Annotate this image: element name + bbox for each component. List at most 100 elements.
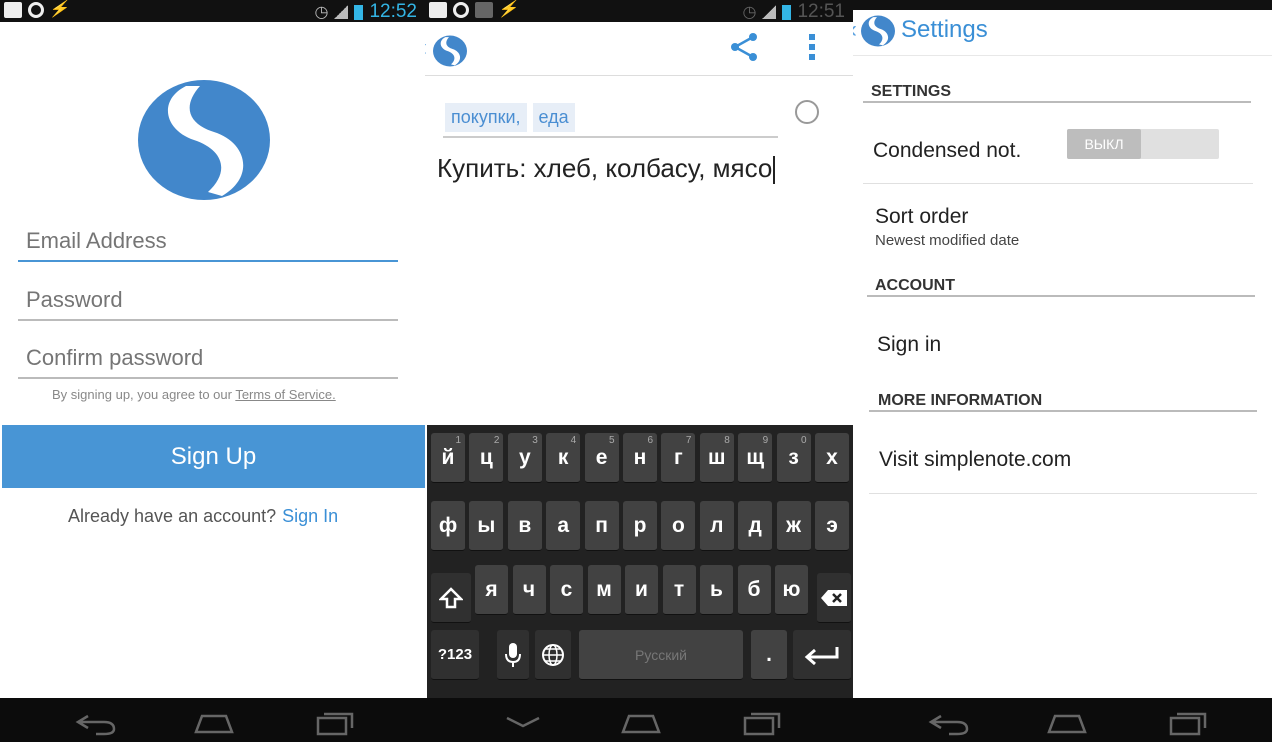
up-chevron-icon[interactable]: ‹	[853, 16, 857, 44]
letter-key[interactable]: е5	[584, 433, 619, 483]
letter-key[interactable]: а	[546, 501, 581, 551]
tag-chip[interactable]: еда	[532, 102, 575, 132]
letter-key[interactable]: г7	[661, 433, 696, 483]
overflow-menu-icon[interactable]	[807, 32, 817, 62]
letter-key[interactable]: щ9	[738, 433, 773, 483]
recents-nav-icon[interactable]	[739, 708, 783, 736]
home-nav-icon[interactable]	[192, 708, 236, 736]
key-label: ы	[477, 513, 496, 537]
condensed-label: Condensed not.	[873, 139, 1022, 162]
recents-nav-icon[interactable]	[312, 708, 356, 736]
letter-key[interactable]: э	[815, 501, 849, 551]
pin-toggle[interactable]	[795, 100, 819, 124]
home-nav-icon[interactable]	[619, 708, 663, 736]
navigation-bar	[425, 698, 853, 742]
simplenote-logo-button[interactable]	[861, 14, 895, 48]
divider	[863, 183, 1253, 184]
share-icon[interactable]	[729, 32, 759, 62]
period-key[interactable]: .	[751, 630, 787, 680]
signup-button[interactable]: Sign Up	[2, 425, 425, 488]
key-label: э	[826, 513, 838, 537]
up-chevron-icon[interactable]: ‹	[425, 34, 427, 62]
key-label: и	[635, 577, 648, 601]
signin-prompt: Already have an account? Sign In	[68, 506, 338, 527]
letter-key[interactable]: к4	[546, 433, 581, 483]
letter-key[interactable]: т	[662, 565, 696, 615]
page-title: Settings	[901, 16, 988, 43]
enter-key[interactable]	[793, 630, 851, 680]
letter-key[interactable]: м	[587, 565, 621, 615]
letter-key[interactable]: и	[625, 565, 658, 615]
key-label: б	[747, 577, 761, 601]
tag-field[interactable]: покупки, еда	[443, 98, 778, 138]
backspace-icon	[821, 589, 847, 606]
space-key[interactable]: Русский	[579, 630, 743, 680]
divider	[863, 101, 1251, 103]
sync-notification-icon	[453, 2, 469, 18]
condensed-toggle[interactable]: ВЫКЛ	[1067, 129, 1219, 159]
key-label: л	[710, 513, 724, 537]
letter-key[interactable]: з0	[776, 433, 811, 483]
letter-key[interactable]: ч	[512, 565, 546, 615]
letter-key[interactable]: р	[623, 501, 657, 551]
confirm-password-input[interactable]	[18, 339, 398, 371]
enter-icon	[804, 646, 839, 665]
back-nav-icon[interactable]	[74, 708, 118, 736]
letter-key[interactable]: ю	[775, 565, 808, 615]
letter-key[interactable]: н6	[623, 433, 657, 483]
password-input[interactable]	[18, 281, 398, 313]
password-field[interactable]	[18, 281, 398, 321]
key-label: м	[596, 577, 612, 601]
letter-key[interactable]: ь	[700, 565, 733, 615]
simplenote-logo	[138, 80, 270, 200]
mic-key[interactable]	[497, 630, 529, 680]
letter-key[interactable]: у3	[507, 433, 542, 483]
email-field[interactable]	[18, 222, 398, 262]
letter-key[interactable]: п	[584, 501, 619, 551]
letter-key[interactable]: ц2	[469, 433, 504, 483]
tag-chip[interactable]: покупки,	[445, 102, 527, 132]
letter-key[interactable]: й1	[431, 433, 465, 483]
letter-key[interactable]: б	[737, 565, 771, 615]
hide-keyboard-nav-icon[interactable]	[501, 708, 545, 736]
letter-key[interactable]: о	[661, 501, 696, 551]
battery-icon	[782, 4, 792, 20]
letter-key[interactable]: я	[475, 565, 508, 615]
shift-key[interactable]	[431, 573, 471, 623]
settings-screen: ‹ Settings SETTINGS Condensed not. ВЫКЛ …	[853, 0, 1272, 742]
letter-key[interactable]: д	[738, 501, 773, 551]
letter-key[interactable]: ш8	[699, 433, 734, 483]
sign-in-item[interactable]: Sign in	[877, 333, 941, 357]
note-body[interactable]: Купить: хлеб, колбасу, мясо	[437, 153, 776, 185]
letter-key[interactable]: с	[550, 565, 583, 615]
simplenote-logo-button[interactable]	[433, 34, 467, 68]
key-hint: 4	[570, 435, 577, 446]
symbols-key[interactable]: ?123	[431, 630, 479, 680]
recents-nav-icon[interactable]	[1165, 708, 1209, 736]
signup-screen: ⚡ ◷ 12:52 By signing up, you agree to ou…	[0, 0, 425, 742]
battery-icon	[354, 4, 364, 20]
language-key[interactable]	[535, 630, 571, 680]
status-time: 12:52	[369, 1, 417, 22]
letter-key[interactable]: ж	[776, 501, 811, 551]
onscreen-keyboard: й1ц2у3к4е5н6г7ш8щ9з0х фывапролджэ ячсмит…	[427, 425, 853, 700]
navigation-bar	[0, 698, 425, 742]
letter-key[interactable]: л	[699, 501, 734, 551]
confirm-password-field[interactable]	[18, 339, 398, 379]
divider	[869, 493, 1257, 494]
visit-website-item[interactable]: Visit simplenote.com	[879, 448, 1071, 472]
email-input[interactable]	[18, 222, 398, 254]
flash-notification-icon: ⚡	[47, 1, 73, 18]
alarm-icon: ◷	[742, 4, 757, 21]
key-label: ч	[522, 577, 536, 601]
home-nav-icon[interactable]	[1045, 708, 1089, 736]
backspace-key[interactable]	[817, 573, 851, 623]
signin-link[interactable]: Sign In	[282, 506, 338, 526]
letter-key[interactable]: в	[507, 501, 542, 551]
letter-key[interactable]: ы	[469, 501, 504, 551]
terms-of-service-link[interactable]: Terms of Service.	[235, 387, 335, 402]
letter-key[interactable]: х	[815, 433, 849, 483]
back-nav-icon[interactable]	[927, 708, 971, 736]
image-notification-icon	[429, 2, 447, 18]
letter-key[interactable]: ф	[431, 501, 465, 551]
